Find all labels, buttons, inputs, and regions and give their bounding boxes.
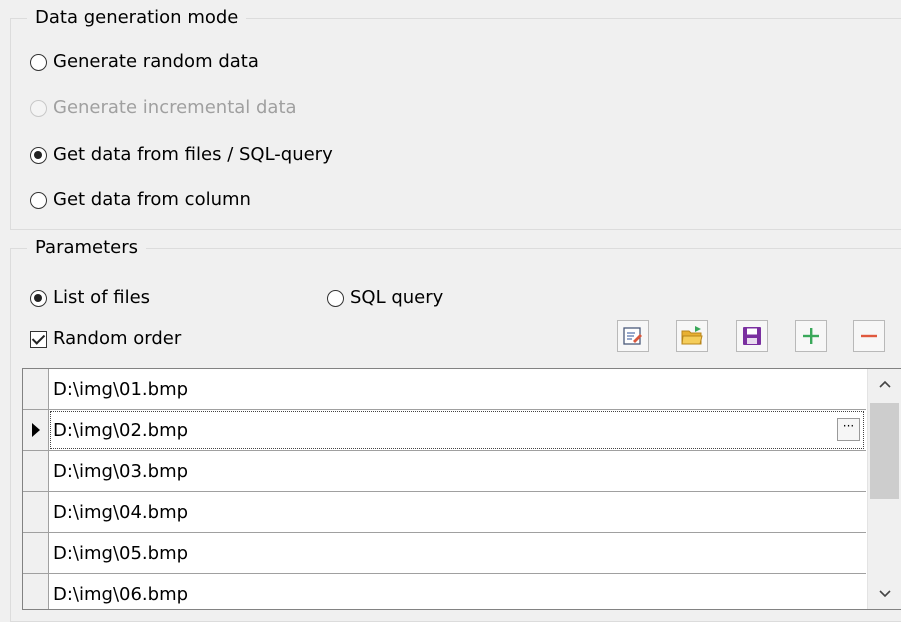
file-path-cell[interactable]: D:\img\06.bmp [53,574,188,609]
generate-incremental-data-label: Generate incremental data [53,97,297,118]
parameters-title: Parameters [27,235,147,261]
table-row[interactable]: D:\img\05.bmp [23,533,866,574]
table-row[interactable]: D:\img\04.bmp [23,492,866,533]
get-data-from-files-label: Get data from files / SQL-query [53,144,333,165]
table-row[interactable]: D:\img\01.bmp [23,369,866,410]
file-path-cell[interactable]: D:\img\03.bmp [53,451,188,492]
save-button[interactable] [736,320,768,352]
table-row[interactable]: D:\img\06.bmp [23,574,866,609]
edit-list-button[interactable] [617,320,649,352]
open-folder-button[interactable] [676,320,708,352]
get-data-from-files-radio[interactable]: Get data from files / SQL-query [30,143,333,167]
open-folder-icon [681,326,703,345]
row-indicator[interactable] [23,533,49,573]
save-icon [743,327,761,345]
scrollbar-thumb[interactable] [870,403,899,499]
list-of-files-radio[interactable]: List of files [30,286,150,310]
add-icon [803,328,819,344]
scroll-up-button[interactable] [868,369,901,399]
remove-row-button[interactable] [853,320,885,352]
generate-random-data-radio[interactable]: Generate random data [30,50,259,74]
file-path-cell[interactable]: D:\img\02.bmp [53,410,188,451]
chevron-up-icon [878,380,891,388]
generate-random-data-label: Generate random data [53,51,259,72]
checkbox-checked-icon [30,330,47,348]
row-indicator[interactable] [23,574,49,609]
file-path-cell[interactable]: D:\img\01.bmp [53,369,188,410]
get-data-from-column-radio[interactable]: Get data from column [30,188,251,212]
row-indicator[interactable] [23,410,49,450]
get-data-from-column-label: Get data from column [53,189,251,210]
file-path-cell[interactable]: D:\img\04.bmp [53,492,188,533]
vertical-scrollbar[interactable] [867,369,901,609]
generate-incremental-data-radio: Generate incremental data [30,96,297,120]
table-row[interactable]: D:\img\02.bmp ··· [23,410,866,451]
radio-icon [30,191,47,209]
sql-query-radio[interactable]: SQL query [327,286,443,310]
radio-icon [327,289,344,307]
sql-query-label: SQL query [350,287,444,308]
file-path-cell[interactable]: D:\img\05.bmp [53,533,188,574]
radio-selected-icon [30,146,47,164]
row-indicator[interactable] [23,451,49,491]
chevron-down-icon [878,590,891,598]
row-indicator[interactable] [23,492,49,532]
random-order-checkbox[interactable]: Random order [30,327,181,351]
current-row-arrow-icon [32,423,40,437]
radio-selected-icon [30,289,47,307]
random-order-label: Random order [53,328,182,349]
scroll-down-button[interactable] [868,579,901,609]
remove-icon [861,334,877,338]
list-of-files-label: List of files [53,287,151,308]
file-list-grid[interactable]: D:\img\01.bmp D:\img\02.bmp ··· D:\img\0… [22,368,901,610]
row-indicator[interactable] [23,369,49,409]
edit-list-icon [623,327,642,345]
radio-icon [30,99,47,117]
data-generation-mode-title: Data generation mode [27,5,247,31]
add-row-button[interactable] [795,320,827,352]
browse-file-button[interactable]: ··· [837,418,860,441]
radio-icon [30,53,47,71]
table-row[interactable]: D:\img\03.bmp [23,451,866,492]
